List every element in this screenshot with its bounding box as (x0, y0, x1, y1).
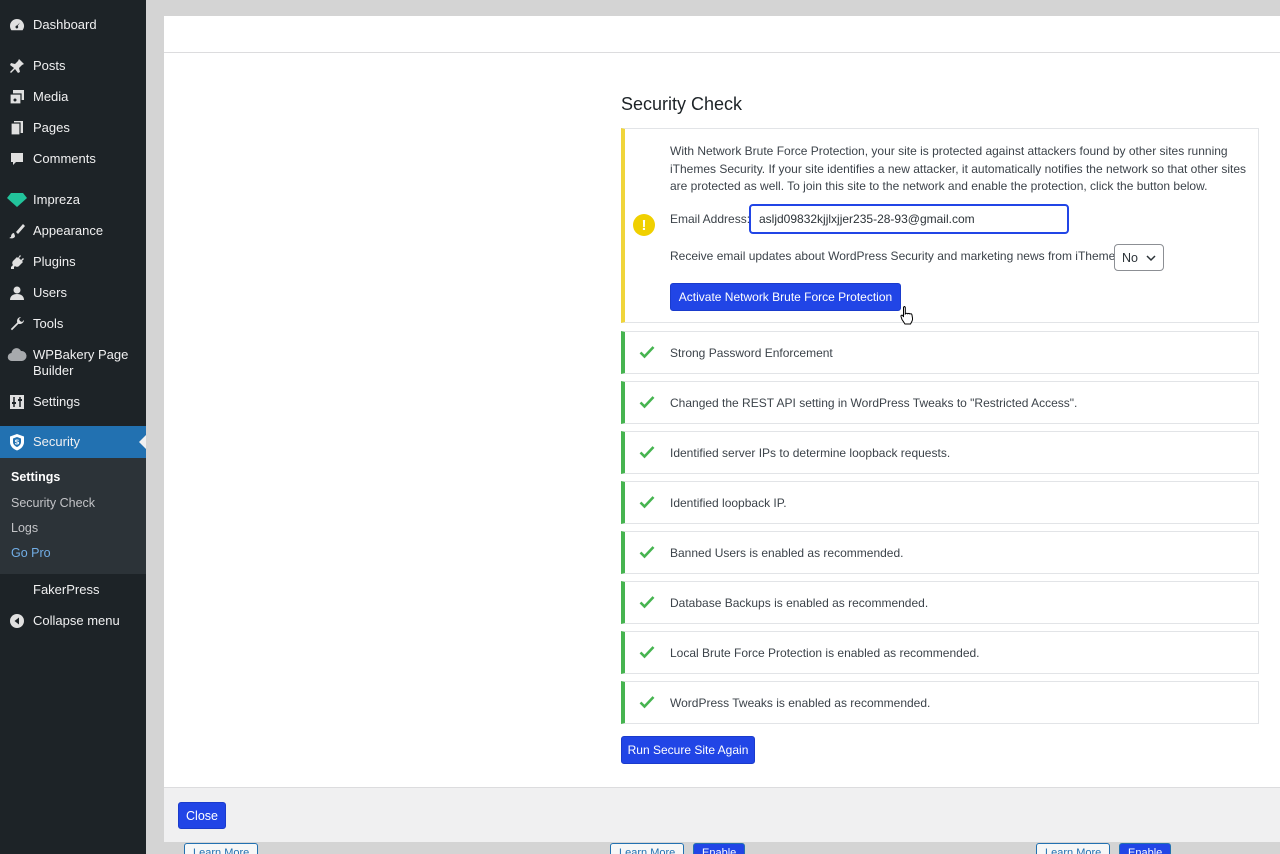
network-brute-force-notice: ! With Network Brute Force Protection, y… (621, 128, 1259, 325)
svg-text:S: S (14, 439, 19, 447)
result-text: Strong Password Enforcement (670, 346, 833, 360)
checkmark-icon (639, 395, 655, 409)
result-text: WordPress Tweaks is enabled as recommend… (670, 696, 931, 710)
pin-icon (7, 58, 27, 74)
fakerpress-icon (7, 582, 27, 598)
media-icon (7, 89, 27, 105)
sidebar-item-appearance[interactable]: Appearance (0, 223, 146, 239)
result-text: Identified loopback IP. (670, 496, 787, 510)
email-label: Email Address: (670, 212, 751, 226)
sidebar-item-posts[interactable]: Posts (0, 58, 146, 74)
page-title: Security Check (621, 94, 743, 114)
sidebar-item-label: Users (33, 285, 67, 300)
result-text: Database Backups is enabled as recommend… (670, 596, 929, 610)
checkmark-icon (639, 345, 655, 359)
sidebar-item-label: Tools (33, 316, 64, 331)
submenu-item-security-check[interactable]: Security Check (11, 496, 95, 510)
sidebar-item-tools[interactable]: Tools (0, 316, 146, 332)
user-icon (7, 285, 27, 301)
result-row: Identified loopback IP. (621, 481, 1259, 524)
sidebar-item-fakerpress[interactable]: FakerPress (0, 582, 146, 598)
sidebar-item-label: Security (33, 434, 80, 449)
sidebar-item-label: Pages (33, 120, 70, 135)
security-submenu: Settings Security Check Logs Go Pro (0, 458, 146, 574)
close-button[interactable]: Close (178, 802, 226, 829)
sidebar-item-users[interactable]: Users (0, 285, 146, 301)
result-row: Local Brute Force Protection is enabled … (621, 631, 1259, 674)
result-row: Database Backups is enabled as recommend… (621, 581, 1259, 624)
sidebar-item-settings[interactable]: Settings (0, 394, 146, 410)
checkmark-icon (639, 545, 655, 559)
result-text: Identified server IPs to determine loopb… (670, 446, 951, 460)
learn-more-button: Learn More (184, 843, 259, 854)
email-updates-value: No (1122, 250, 1138, 265)
notice-description: With Network Brute Force Protection, you… (670, 144, 1247, 193)
collapse-icon (7, 613, 27, 629)
security-check-modal: Security Check ! With Network Brute Forc… (164, 16, 1280, 842)
run-secure-site-again-button[interactable]: Run Secure Site Again (621, 736, 755, 764)
collapse-menu-button[interactable]: Collapse menu (0, 613, 146, 629)
activate-network-brute-force-button[interactable]: Activate Network Brute Force Protection (670, 283, 901, 311)
result-row: Strong Password Enforcement (621, 331, 1259, 374)
comment-icon (7, 151, 27, 167)
result-text: Local Brute Force Protection is enabled … (670, 646, 980, 660)
checkmark-icon (639, 645, 655, 659)
sidebar-item-label: FakerPress (33, 582, 100, 597)
brush-icon (7, 223, 27, 239)
sidebar-item-label: Media (33, 89, 69, 104)
email-field[interactable] (749, 204, 1069, 234)
checkmark-icon (639, 695, 655, 709)
email-updates-select[interactable]: No (1114, 244, 1164, 271)
sidebar-item-dashboard[interactable]: Dashboard (0, 17, 146, 33)
sidebar-item-label: Posts (33, 58, 66, 73)
checkmark-icon (639, 595, 655, 609)
dashboard-icon (7, 17, 27, 33)
sidebar-item-label: Impreza (33, 192, 80, 207)
sidebar-item-label: Plugins (33, 254, 76, 269)
sidebar-item-comments[interactable]: Comments (0, 151, 146, 167)
chevron-down-icon (1146, 251, 1156, 265)
sidebar-item-label: Comments (33, 151, 96, 166)
sidebar-item-pages[interactable]: Pages (0, 120, 146, 136)
sidebar-item-label: Dashboard (33, 17, 97, 32)
cloud-icon (7, 347, 27, 363)
learn-more-button: Learn More (1036, 843, 1111, 854)
sidebar-item-wpbakery[interactable]: WPBakery Page Builder (0, 347, 146, 379)
wrench-icon (7, 316, 27, 332)
learn-more-button: Learn More (610, 843, 685, 854)
plug-icon (7, 254, 27, 270)
email-updates-label: Receive email updates about WordPress Se… (670, 249, 1125, 263)
shield-icon: S (7, 434, 27, 451)
sidebar-item-label: Collapse menu (33, 613, 120, 628)
checkmark-icon (639, 495, 655, 509)
result-row: WordPress Tweaks is enabled as recommend… (621, 681, 1259, 724)
sliders-icon (7, 394, 27, 410)
sidebar-item-label: Appearance (33, 223, 104, 238)
admin-sidebar: Dashboard Posts Media Pages Comments Imp… (0, 0, 146, 854)
sidebar-item-label: WPBakery Page Builder (33, 347, 129, 378)
sidebar-item-impreza[interactable]: Impreza (0, 192, 146, 208)
sidebar-item-plugins[interactable]: Plugins (0, 254, 146, 270)
result-row: Changed the REST API setting in WordPres… (621, 381, 1259, 424)
submenu-item-settings[interactable]: Settings (11, 470, 60, 484)
modal-header (164, 16, 1280, 53)
enable-button: Enable (1119, 843, 1172, 854)
checkmark-icon (639, 445, 655, 459)
submenu-item-logs[interactable]: Logs (11, 521, 38, 535)
pages-icon (7, 120, 27, 136)
submenu-item-go-pro[interactable]: Go Pro (11, 546, 51, 560)
warning-icon: ! (633, 214, 655, 236)
sidebar-item-security[interactable]: S Security (0, 426, 146, 458)
result-text: Banned Users is enabled as recommended. (670, 546, 904, 560)
modal-footer: Close (164, 787, 1280, 842)
result-text: Changed the REST API setting in WordPres… (670, 396, 1078, 410)
enable-button: Enable (693, 843, 746, 854)
pointer-cursor-icon (900, 305, 914, 325)
diamond-icon (7, 192, 27, 208)
sidebar-item-media[interactable]: Media (0, 89, 146, 105)
result-row: Banned Users is enabled as recommended. (621, 531, 1259, 574)
sidebar-item-label: Settings (33, 394, 80, 409)
result-row: Identified server IPs to determine loopb… (621, 431, 1259, 474)
